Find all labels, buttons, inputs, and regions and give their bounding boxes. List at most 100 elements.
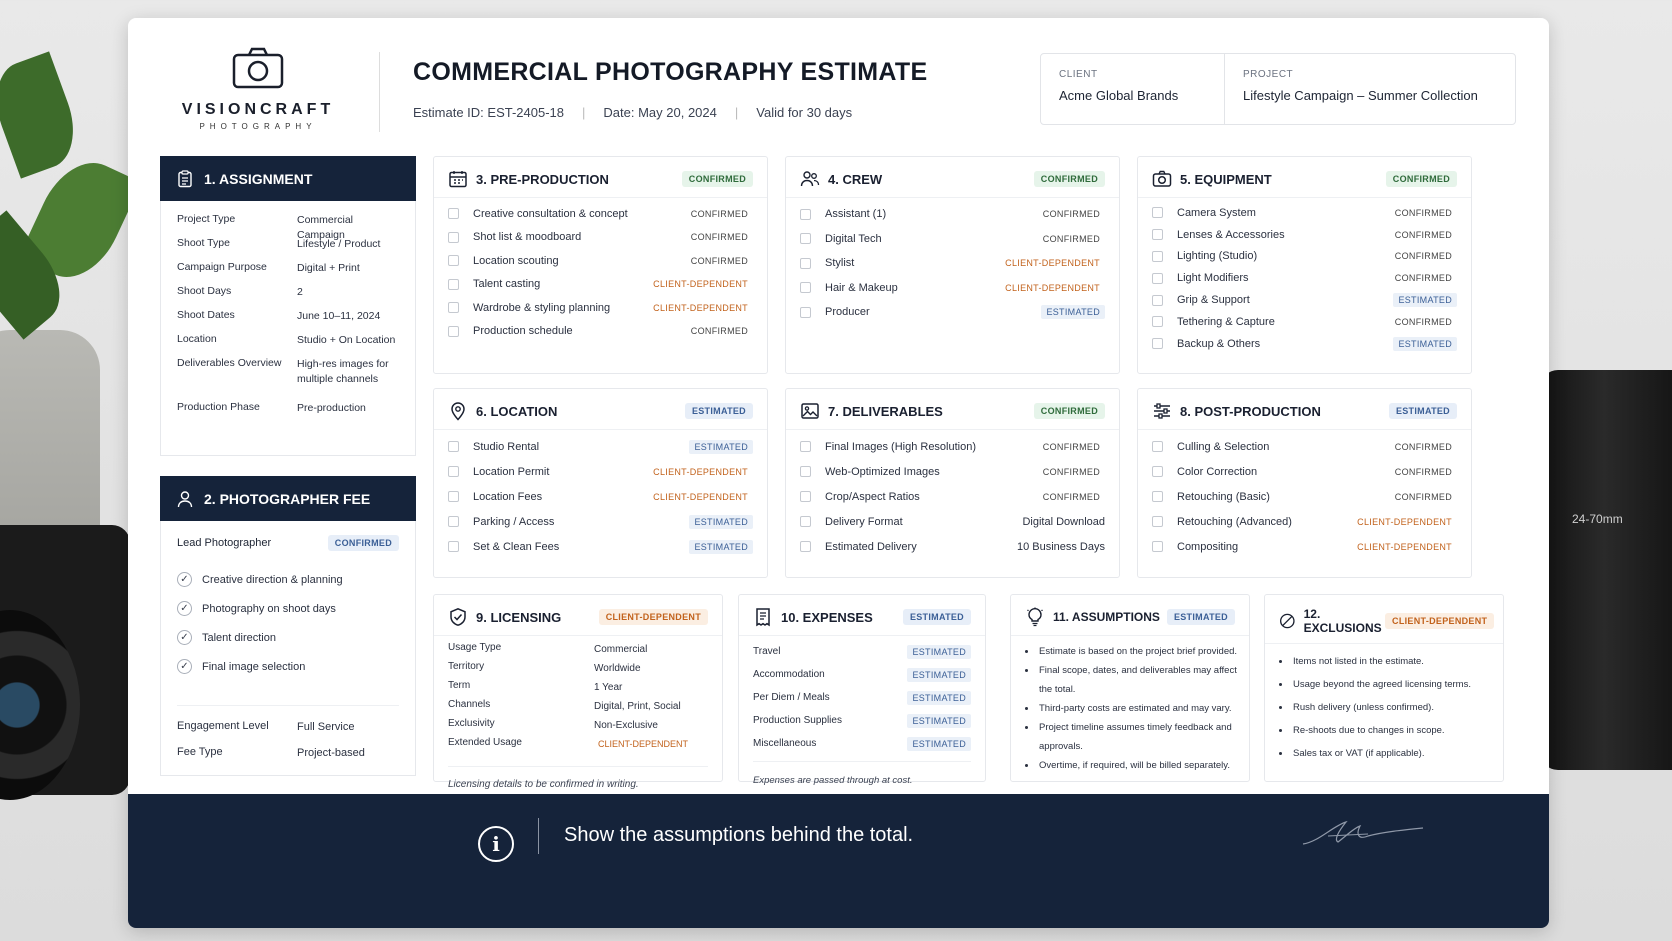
list-item: Production schedule CONFIRMED bbox=[434, 320, 767, 344]
fee-item: ✓ Photography on shoot days bbox=[161, 594, 415, 623]
checkbox[interactable] bbox=[448, 466, 459, 477]
checkbox[interactable] bbox=[1152, 441, 1163, 452]
card-header: 3. PRE-PRODUCTION CONFIRMED bbox=[434, 157, 767, 198]
list-item: Producer ESTIMATED bbox=[786, 300, 1119, 325]
checkbox[interactable] bbox=[1152, 272, 1163, 284]
status-badge: CLIENT-DEPENDENT bbox=[1357, 541, 1452, 552]
list-item: Estimated Delivery 10 Business Days bbox=[786, 534, 1119, 559]
kv-key: Channels bbox=[448, 699, 491, 710]
list-item: Estimate is based on the project brief p… bbox=[1037, 642, 1249, 661]
status-badge: CLIENT-DEPENDENT bbox=[653, 279, 748, 290]
checkbox[interactable] bbox=[1152, 541, 1163, 552]
checkbox[interactable] bbox=[448, 441, 459, 452]
estimate-date: Date: May 20, 2024 bbox=[603, 105, 717, 120]
checkbox[interactable] bbox=[1152, 316, 1163, 328]
checkbox[interactable] bbox=[800, 233, 811, 245]
checkbox[interactable] bbox=[800, 282, 811, 294]
brand-name: VISIONCRAFT bbox=[181, 101, 335, 118]
kv-key: Usage Type bbox=[448, 642, 502, 653]
checkbox[interactable] bbox=[1152, 207, 1163, 219]
item-value: CONFIRMED bbox=[1042, 491, 1100, 502]
list-item: Production Supplies ESTIMATED bbox=[739, 709, 985, 732]
card-title: 5. EQUIPMENT bbox=[1180, 171, 1272, 187]
kv-value: Commercial Campaign bbox=[297, 214, 354, 241]
kv-key: Production Phase bbox=[177, 401, 260, 413]
camera-icon bbox=[1152, 170, 1172, 187]
status-badge: CONFIRMED bbox=[1394, 316, 1452, 327]
checkbox[interactable] bbox=[1152, 229, 1163, 241]
checkbox[interactable] bbox=[448, 302, 459, 314]
fee-body: Lead Photographer CONFIRMED ✓ Creative di… bbox=[160, 521, 416, 776]
checkbox[interactable] bbox=[800, 441, 811, 452]
checkbox[interactable] bbox=[1152, 516, 1163, 527]
checkbox[interactable] bbox=[800, 541, 811, 552]
check-icon: ✓ bbox=[177, 601, 192, 616]
item-label: Location Permit bbox=[473, 465, 550, 478]
expenses-card: 10. EXPENSES ESTIMATED Travel ESTIMATED A… bbox=[738, 594, 986, 786]
checkbox[interactable] bbox=[1152, 250, 1163, 262]
licensing-card: 9. LICENSING CLIENT-DEPENDENT Usage Type… bbox=[433, 594, 723, 790]
checkbox[interactable] bbox=[1152, 294, 1163, 306]
card-header: 11. ASSUMPTIONS ESTIMATED bbox=[1011, 595, 1249, 636]
kv-row: Shoot Type Lifestyle / Product bbox=[161, 237, 415, 261]
list-item: Usage beyond the agreed licensing terms. bbox=[1291, 673, 1503, 696]
card-header: 12. EXCLUSIONS CLIENT-DEPENDENT bbox=[1265, 595, 1503, 644]
kv-value: Full Service bbox=[297, 721, 355, 733]
checkbox[interactable] bbox=[800, 491, 811, 502]
kv-row: Exclusivity Non-Exclusive bbox=[434, 718, 722, 737]
checkbox[interactable] bbox=[448, 516, 459, 527]
project-label: PROJECT bbox=[1243, 69, 1294, 80]
item-label: Crop/Aspect Ratios bbox=[825, 490, 920, 503]
status-badge: CONFIRMED bbox=[681, 171, 753, 187]
checkbox[interactable] bbox=[448, 491, 459, 502]
brand-logo: VISIONCRAFT PHOTOGRAPHY bbox=[168, 46, 348, 131]
checkbox[interactable] bbox=[800, 466, 811, 477]
list-item: Lighting (Studio) CONFIRMED bbox=[1138, 246, 1471, 268]
checkbox[interactable] bbox=[800, 257, 811, 269]
checkbox[interactable] bbox=[448, 278, 459, 290]
client-value: Acme Global Brands bbox=[1059, 88, 1179, 103]
checkbox[interactable] bbox=[448, 255, 459, 267]
divider bbox=[538, 818, 539, 854]
checkbox[interactable] bbox=[448, 231, 459, 243]
checkbox[interactable] bbox=[448, 208, 459, 220]
card-header: 8. POST-PRODUCTION ESTIMATED bbox=[1138, 389, 1471, 430]
status-badge: CONFIRMED bbox=[1394, 207, 1452, 218]
status-badge: ESTIMATED bbox=[1388, 403, 1457, 419]
fee-header: 2. PHOTOGRAPHER FEE bbox=[160, 476, 416, 521]
item-label: Hair & Makeup bbox=[825, 281, 898, 294]
card-header: 7. DELIVERABLES CONFIRMED bbox=[786, 389, 1119, 430]
list-item: Camera System CONFIRMED bbox=[1138, 202, 1471, 224]
item-label: Production schedule bbox=[473, 325, 573, 338]
checkbox[interactable] bbox=[448, 541, 459, 552]
camera-icon bbox=[232, 47, 284, 89]
licensing-note: Licensing details to be confirmed in wri… bbox=[448, 779, 639, 790]
estimate-id: Estimate ID: EST-2405-18 bbox=[413, 105, 565, 120]
item-value: 10 Business Days bbox=[1016, 540, 1105, 553]
kv-key: Territory bbox=[448, 661, 485, 672]
checkbox[interactable] bbox=[800, 306, 811, 318]
kv-row: Deliverables Overview High-res images for… bbox=[161, 357, 415, 401]
kv-row: Territory Worldwide bbox=[434, 661, 722, 680]
checkbox[interactable] bbox=[800, 516, 811, 527]
item-label: Stylist bbox=[825, 257, 855, 270]
kv-value: CLIENT-DEPENDENT bbox=[598, 739, 689, 749]
fee-item-label: Creative direction & planning bbox=[202, 573, 343, 586]
card-header: 5. EQUIPMENT CONFIRMED bbox=[1138, 157, 1471, 198]
card-header: 10. EXPENSES ESTIMATED bbox=[739, 595, 985, 636]
lens-label: 24-70mm bbox=[1572, 512, 1623, 526]
project-block: PROJECT Lifestyle Campaign – Summer Coll… bbox=[1224, 54, 1515, 124]
list-item: Accommodation ESTIMATED bbox=[739, 663, 985, 686]
checkbox[interactable] bbox=[448, 325, 459, 337]
checkbox[interactable] bbox=[1152, 491, 1163, 502]
person-icon bbox=[177, 490, 193, 507]
status-badge: CONFIRMED bbox=[327, 535, 399, 551]
checkbox[interactable] bbox=[1152, 466, 1163, 477]
item-label: Shot list & moodboard bbox=[473, 231, 582, 244]
assignment-body: Project Type Commercial Campaign Shoot Ty… bbox=[160, 201, 416, 456]
kv-row: Engagement Level Full Service bbox=[161, 720, 415, 746]
checkbox[interactable] bbox=[1152, 338, 1163, 350]
item-label: Creative consultation & concept bbox=[473, 207, 628, 220]
status-badge: CONFIRMED bbox=[690, 232, 748, 243]
checkbox[interactable] bbox=[800, 208, 811, 220]
